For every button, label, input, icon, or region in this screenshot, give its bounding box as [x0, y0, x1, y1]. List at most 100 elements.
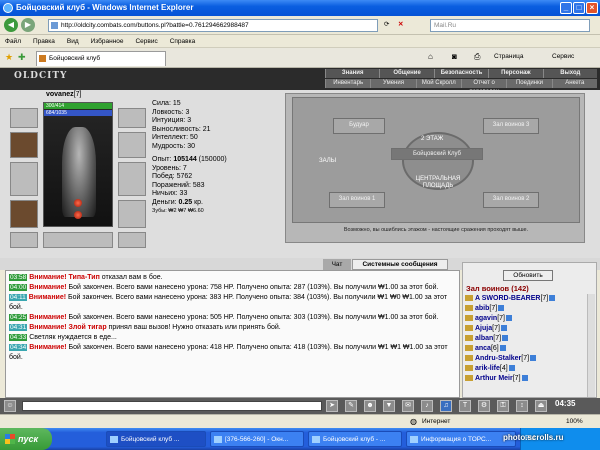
back-button[interactable]: ◀: [4, 18, 18, 32]
user-row[interactable]: Arthur Meir[7]: [465, 374, 583, 384]
info-icon[interactable]: [500, 325, 507, 332]
character-name[interactable]: vovanez[7]: [46, 91, 81, 98]
task-button[interactable]: Бойцовский клуб ...: [106, 431, 206, 447]
room-warriors-2[interactable]: Зал воинов 2: [483, 192, 539, 208]
page-menu[interactable]: Страница: [494, 53, 523, 60]
room-boudoir[interactable]: Будуар: [333, 118, 385, 134]
user-name[interactable]: agavin: [475, 315, 497, 322]
room-warriors-3[interactable]: Зал воинов 3: [483, 118, 539, 134]
user-row[interactable]: Andru-Stalker[7]: [465, 354, 583, 364]
smiles-icon[interactable]: ☻: [364, 400, 376, 412]
maximize-button[interactable]: □: [573, 2, 585, 14]
translit-icon[interactable]: T: [459, 400, 471, 412]
filter-icon[interactable]: ▼: [383, 400, 395, 412]
settings-icon[interactable]: ⚙: [478, 400, 490, 412]
nav-knowledge[interactable]: Знания: [325, 69, 380, 78]
favorites-star-icon[interactable]: ★: [5, 52, 13, 63]
user-name[interactable]: Arthur Meir: [475, 375, 513, 382]
status-zoom[interactable]: 100%: [566, 415, 583, 429]
sound-icon[interactable]: ♪: [421, 400, 433, 412]
room-warriors-1[interactable]: Зал воинов 1: [329, 192, 385, 208]
task-button[interactable]: Информация о ТОРС...: [406, 431, 516, 447]
chat-input[interactable]: [22, 401, 322, 411]
exit-icon[interactable]: ⏏: [535, 400, 547, 412]
user-list-scrollbar[interactable]: [587, 294, 595, 397]
slot-legs[interactable]: [118, 200, 146, 228]
send-icon[interactable]: ➤: [326, 400, 338, 412]
user-name[interactable]: arik-life: [475, 365, 500, 372]
room-central-square[interactable]: ЦЕНТРАЛЬНАЯ ПЛОЩАДЬ: [407, 176, 469, 190]
lock-icon[interactable]: ⚿: [497, 400, 509, 412]
info-icon[interactable]: [521, 375, 528, 382]
task-button[interactable]: Бойцовский клуб - ...: [308, 431, 402, 447]
label-floor-2[interactable]: 2 ЭТАЖ: [421, 136, 443, 142]
address-bar[interactable]: http://oldcity.combats.com/buttons.pl?ba…: [48, 19, 378, 32]
minimize-button[interactable]: _: [560, 2, 572, 14]
search-input[interactable]: Mail.Ru: [430, 19, 590, 32]
message-nick[interactable]: Злой тигар: [69, 324, 107, 331]
slot-boots[interactable]: [118, 232, 146, 248]
forward-button[interactable]: ▶: [21, 18, 35, 32]
slot-bracers[interactable]: [118, 132, 146, 158]
user-row[interactable]: alban[7]: [465, 334, 583, 344]
nav-exit[interactable]: Выход: [542, 69, 598, 78]
subnav-profile[interactable]: Анкета: [551, 79, 597, 88]
info-icon[interactable]: [498, 305, 505, 312]
start-button[interactable]: пуск: [0, 428, 52, 450]
scroll-icon[interactable]: ↕: [516, 400, 528, 412]
home-icon[interactable]: ⌂: [428, 52, 433, 61]
tab-system-messages[interactable]: Системные сообщения: [352, 259, 448, 270]
print-icon[interactable]: ⎙: [474, 52, 480, 62]
slot-helmet[interactable]: [118, 108, 146, 128]
user-row[interactable]: arik-life[4]: [465, 364, 583, 374]
subnav-transfers[interactable]: Отчет о переводах: [460, 79, 507, 95]
subnav-skills[interactable]: Умения: [370, 79, 416, 88]
subnav-scroll[interactable]: Мой Скролл: [415, 79, 461, 88]
user-name[interactable]: Andru-Stalker: [475, 355, 521, 362]
task-button[interactable]: [376-566-260] - Окн...: [210, 431, 304, 447]
nav-security[interactable]: Безопасность: [433, 69, 489, 78]
chat-mode-icon[interactable]: ☺: [4, 400, 16, 412]
stop-icon[interactable]: ✕: [398, 20, 403, 28]
slot-shield[interactable]: [118, 162, 146, 196]
menu-help[interactable]: Справка: [165, 35, 201, 48]
subnav-fights[interactable]: Поединки: [506, 79, 552, 88]
user-name[interactable]: anca: [475, 345, 491, 352]
feeds-icon[interactable]: ◙: [452, 52, 457, 61]
info-icon[interactable]: [499, 345, 506, 352]
nav-communication[interactable]: Общение: [379, 69, 434, 78]
menu-favorites[interactable]: Избранное: [86, 35, 129, 48]
info-icon[interactable]: [502, 335, 509, 342]
user-name[interactable]: Ajuja: [475, 325, 492, 332]
subnav-inventory[interactable]: Инвентарь: [325, 79, 371, 88]
slot-belt[interactable]: [10, 200, 38, 228]
refresh-button[interactable]: Обновить: [503, 270, 553, 281]
slot-rings[interactable]: [43, 232, 113, 248]
private-icon[interactable]: ✉: [402, 400, 414, 412]
info-icon[interactable]: [508, 365, 515, 372]
menu-view[interactable]: Вид: [62, 35, 84, 48]
menu-edit[interactable]: Правка: [28, 35, 60, 48]
slot-armor[interactable]: [10, 162, 38, 196]
music-icon[interactable]: ♫: [440, 400, 452, 412]
user-name[interactable]: A SWORD-BEARER: [475, 295, 540, 302]
user-row[interactable]: Ajuja[7]: [465, 324, 583, 334]
refresh-icon[interactable]: ⟳: [384, 20, 389, 28]
message-nick[interactable]: Типа-Тип: [69, 274, 100, 281]
slot-gloves[interactable]: [10, 232, 38, 248]
user-row[interactable]: abib[7]: [465, 304, 583, 314]
user-name[interactable]: abib: [475, 305, 489, 312]
info-icon[interactable]: [549, 295, 556, 302]
user-row[interactable]: agavin[7]: [465, 314, 583, 324]
close-button[interactable]: ×: [586, 2, 598, 14]
tools-menu[interactable]: Сервис: [552, 53, 574, 60]
room-fight-club[interactable]: Бойцовский Клуб: [391, 148, 483, 160]
tab-chat[interactable]: Чат: [323, 259, 351, 270]
info-icon[interactable]: [505, 315, 512, 322]
clear-icon[interactable]: ✎: [345, 400, 357, 412]
add-favorite-icon[interactable]: ✚: [18, 52, 26, 63]
nav-character[interactable]: Персонаж: [488, 69, 543, 78]
slot-amulet[interactable]: [10, 108, 38, 128]
chat-log[interactable]: 03:58 Внимание! Типа-Тип отказал вам в б…: [5, 270, 460, 398]
user-name[interactable]: alban: [475, 335, 493, 342]
